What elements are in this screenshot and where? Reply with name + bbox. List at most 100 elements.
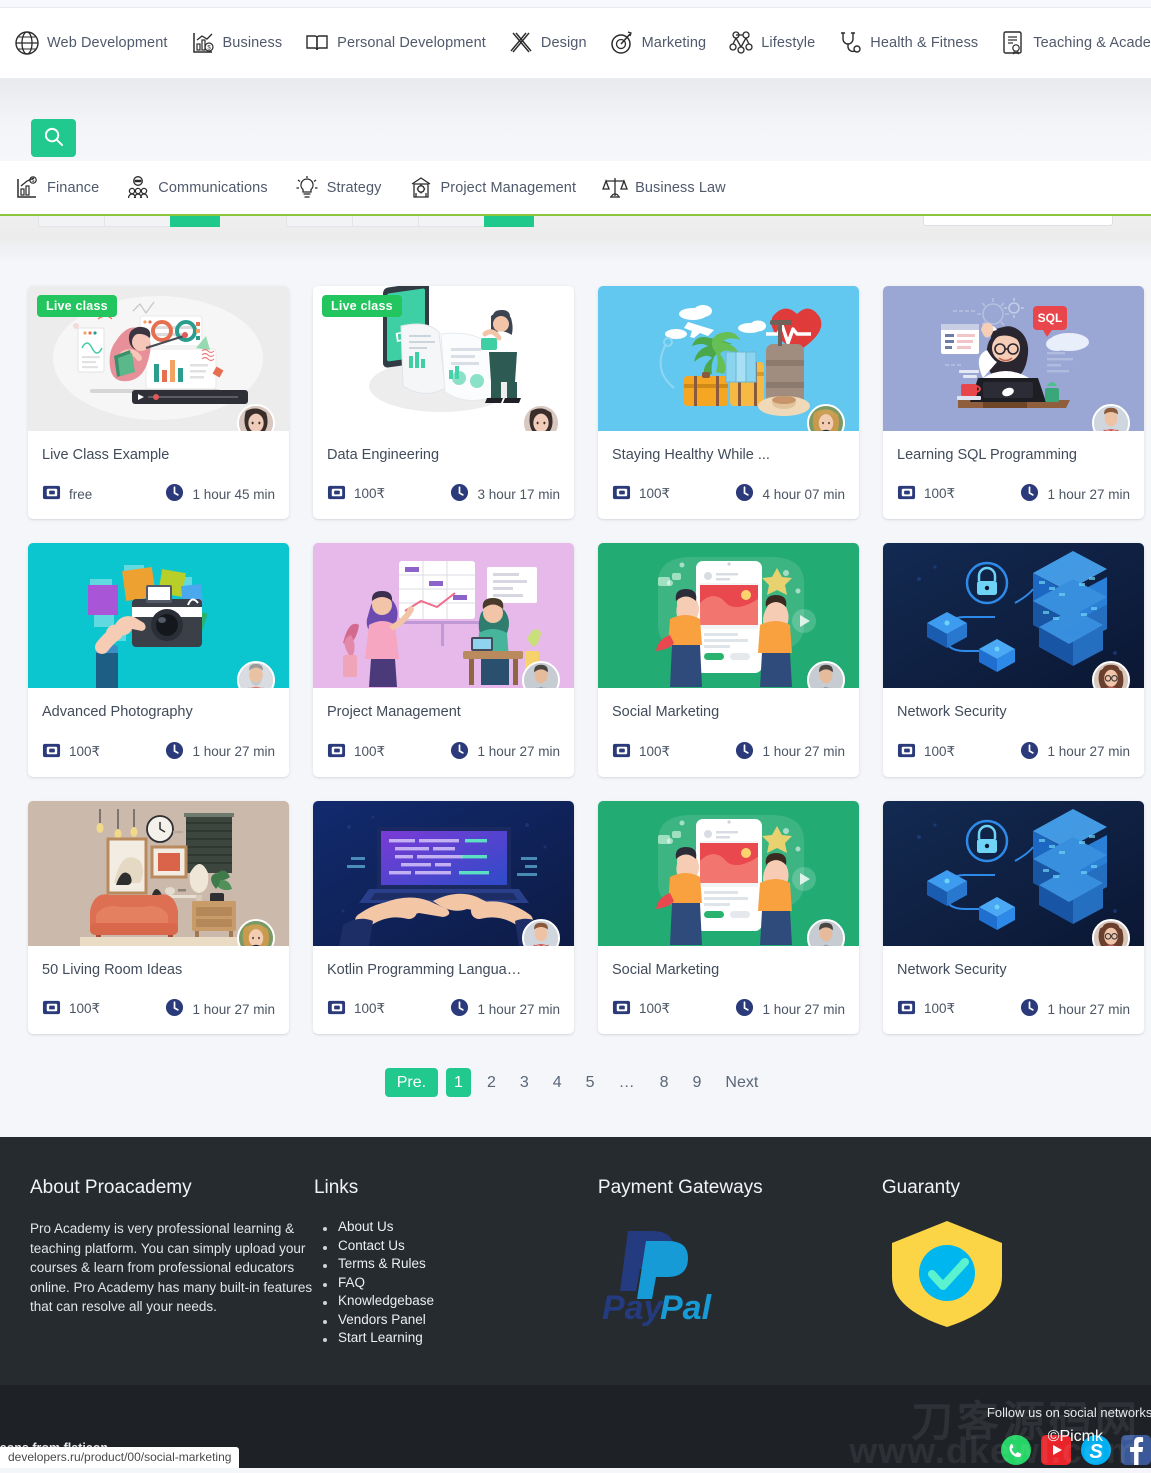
instructor-avatar[interactable] (237, 404, 275, 431)
filter-min-price-input[interactable] (38, 216, 104, 227)
filter-price-apply-button[interactable] (170, 216, 220, 227)
course-duration-label: 1 hour 27 min (1047, 1001, 1130, 1017)
search-button[interactable] (31, 119, 76, 157)
pagination-page-4[interactable]: 4 (545, 1068, 570, 1097)
course-price: 100₹ (327, 483, 385, 505)
pencil-ruler-icon (508, 30, 534, 56)
pagination-page-9[interactable]: 9 (684, 1068, 709, 1097)
course-duration: 1 hour 27 min (450, 998, 560, 1020)
price-tag-icon (612, 998, 631, 1020)
certificate-icon (1000, 30, 1026, 56)
pagination-prev[interactable]: Pre. (384, 1068, 439, 1098)
nav-item-web-development[interactable]: Web Development (14, 30, 180, 56)
clock-icon (735, 483, 754, 505)
subnav-item-finance[interactable]: $ Finance (14, 175, 111, 201)
course-title: Network Security (897, 961, 1007, 978)
subnav-item-business-law[interactable]: Business Law (602, 175, 738, 201)
course-title: Staying Healthy While ... (612, 447, 770, 463)
course-card[interactable]: Social Marketing 100₹ 1 hour 27 min (598, 800, 859, 1035)
footer-guaranty-column: Guaranty (882, 1177, 1121, 1349)
course-card[interactable]: Advanced Photography 100₹ 1 hour 27 min (28, 543, 289, 777)
course-duration: 1 hour 27 min (165, 998, 275, 1020)
course-card[interactable]: Staying Healthy While ... 100₹ 4 hour 07… (598, 286, 859, 520)
filter-duration-apply-button[interactable] (484, 216, 534, 227)
footer-link-faq[interactable]: FAQ (314, 1275, 598, 1290)
course-card[interactable]: DATA (313, 286, 574, 520)
subnav-item-label: Project Management (440, 179, 577, 196)
skype-icon[interactable]: S (1081, 1434, 1111, 1465)
facebook-icon[interactable] (1121, 1434, 1151, 1465)
course-card[interactable]: Social Marketing 100₹ 1 hour 27 min (598, 543, 859, 777)
course-card[interactable]: 50 Living Room Ideas 100₹ 1 hour 27 min (28, 800, 289, 1035)
nav-item-marketing[interactable]: Marketing (609, 30, 719, 56)
clock-icon (165, 741, 184, 763)
nav-item-lifestyle[interactable]: Lifestyle (728, 30, 827, 56)
course-card[interactable]: SQL Learning SQL Programming 100₹ 1 hour… (883, 286, 1144, 520)
footer-link-terms-rules[interactable]: Terms & Rules (314, 1256, 598, 1271)
course-thumbnail (598, 543, 859, 689)
category-nav: Web Development $ Business Personal Deve… (0, 8, 1151, 79)
course-card-body: Advanced Photography 100₹ 1 hour 27 min (28, 688, 289, 776)
subnav-item-project-management[interactable]: Project Management (408, 175, 589, 201)
course-price: 100₹ (327, 741, 385, 763)
whatsapp-icon[interactable] (1001, 1434, 1031, 1465)
course-price-label: 100₹ (69, 743, 101, 759)
nav-item-design[interactable]: Design (508, 30, 599, 56)
instructor-avatar[interactable] (807, 404, 845, 431)
price-tag-icon (897, 483, 916, 505)
pagination: Pre. 1 2 3 4 5 … 8 9 Next (28, 1034, 1123, 1137)
course-card[interactable]: Network Security 100₹ 1 hour 27 min (883, 543, 1144, 777)
pagination-page-8[interactable]: 8 (652, 1068, 677, 1097)
pagination-page-5[interactable]: 5 (578, 1068, 603, 1097)
nav-item-teaching-academics[interactable]: Teaching & Academics (1000, 30, 1151, 56)
svg-text:Pay: Pay (602, 1289, 665, 1327)
nav-item-personal-development[interactable]: Personal Development (304, 30, 498, 56)
pagination-page-1[interactable]: 1 (446, 1068, 471, 1098)
live-class-badge: Live class (37, 295, 117, 317)
pagination-next[interactable]: Next (717, 1068, 766, 1097)
filter-min-duration-input[interactable] (286, 216, 352, 227)
youtube-icon[interactable] (1041, 1434, 1071, 1465)
instructor-avatar[interactable] (522, 404, 560, 431)
instructor-avatar[interactable] (237, 918, 275, 946)
filter-max-price-input[interactable] (104, 216, 170, 227)
nav-item-business[interactable]: $ Business (190, 30, 295, 56)
course-price-label: 100₹ (639, 743, 671, 759)
subnav-item-strategy[interactable]: Strategy (294, 175, 394, 201)
instructor-avatar[interactable] (1092, 404, 1130, 431)
filter-max-duration-input[interactable] (418, 216, 484, 227)
course-card-body: Project Management 100₹ 1 hour 27 min (313, 688, 574, 776)
instructor-avatar[interactable] (522, 661, 560, 689)
course-duration: 4 hour 07 min (735, 483, 845, 505)
footer-link-contact-us[interactable]: Contact Us (314, 1238, 598, 1253)
nav-item-label: Personal Development (337, 35, 486, 51)
course-card[interactable]: Network Security 100₹ 1 hour 27 min (883, 800, 1144, 1035)
instructor-avatar[interactable] (522, 918, 560, 946)
subnav-item-communications[interactable]: Communications (125, 175, 279, 201)
course-thumbnail (598, 800, 859, 946)
instructor-avatar[interactable] (807, 918, 845, 946)
course-duration-label: 1 hour 27 min (477, 744, 560, 760)
nav-item-label: Health & Fitness (870, 35, 979, 51)
instructor-avatar[interactable] (807, 661, 845, 689)
course-card[interactable]: Kotlin Programming Language 100₹ 1 hour … (313, 800, 574, 1035)
footer-link-knowledgebase[interactable]: Knowledgebase (314, 1293, 598, 1308)
instructor-avatar[interactable] (1092, 661, 1130, 689)
course-card-body: Network Security 100₹ 1 hour 27 min (883, 946, 1144, 1034)
instructor-avatar[interactable] (1092, 918, 1130, 946)
instructor-avatar[interactable] (237, 661, 275, 689)
footer-link-about-us[interactable]: About Us (314, 1219, 598, 1234)
course-thumbnail (28, 800, 289, 946)
course-duration-label: 1 hour 27 min (762, 744, 845, 760)
footer-link-start-learning[interactable]: Start Learning (314, 1330, 598, 1345)
course-card[interactable]: Live class Live Class Example free 1 hou… (28, 286, 289, 520)
subnav-item-label: Finance (47, 179, 100, 196)
course-card[interactable]: Project Management 100₹ 1 hour 27 min (313, 543, 574, 777)
footer-link-vendors-panel[interactable]: Vendors Panel (314, 1312, 598, 1327)
nav-item-health-fitness[interactable]: Health & Fitness (837, 30, 990, 56)
sort-select[interactable] (923, 216, 1113, 226)
filter-mid-duration-input[interactable] (352, 216, 418, 227)
pagination-page-2[interactable]: 2 (479, 1068, 504, 1097)
footer-payment-column: Payment Gateways Pay Pal (598, 1177, 882, 1349)
pagination-page-3[interactable]: 3 (512, 1068, 537, 1097)
